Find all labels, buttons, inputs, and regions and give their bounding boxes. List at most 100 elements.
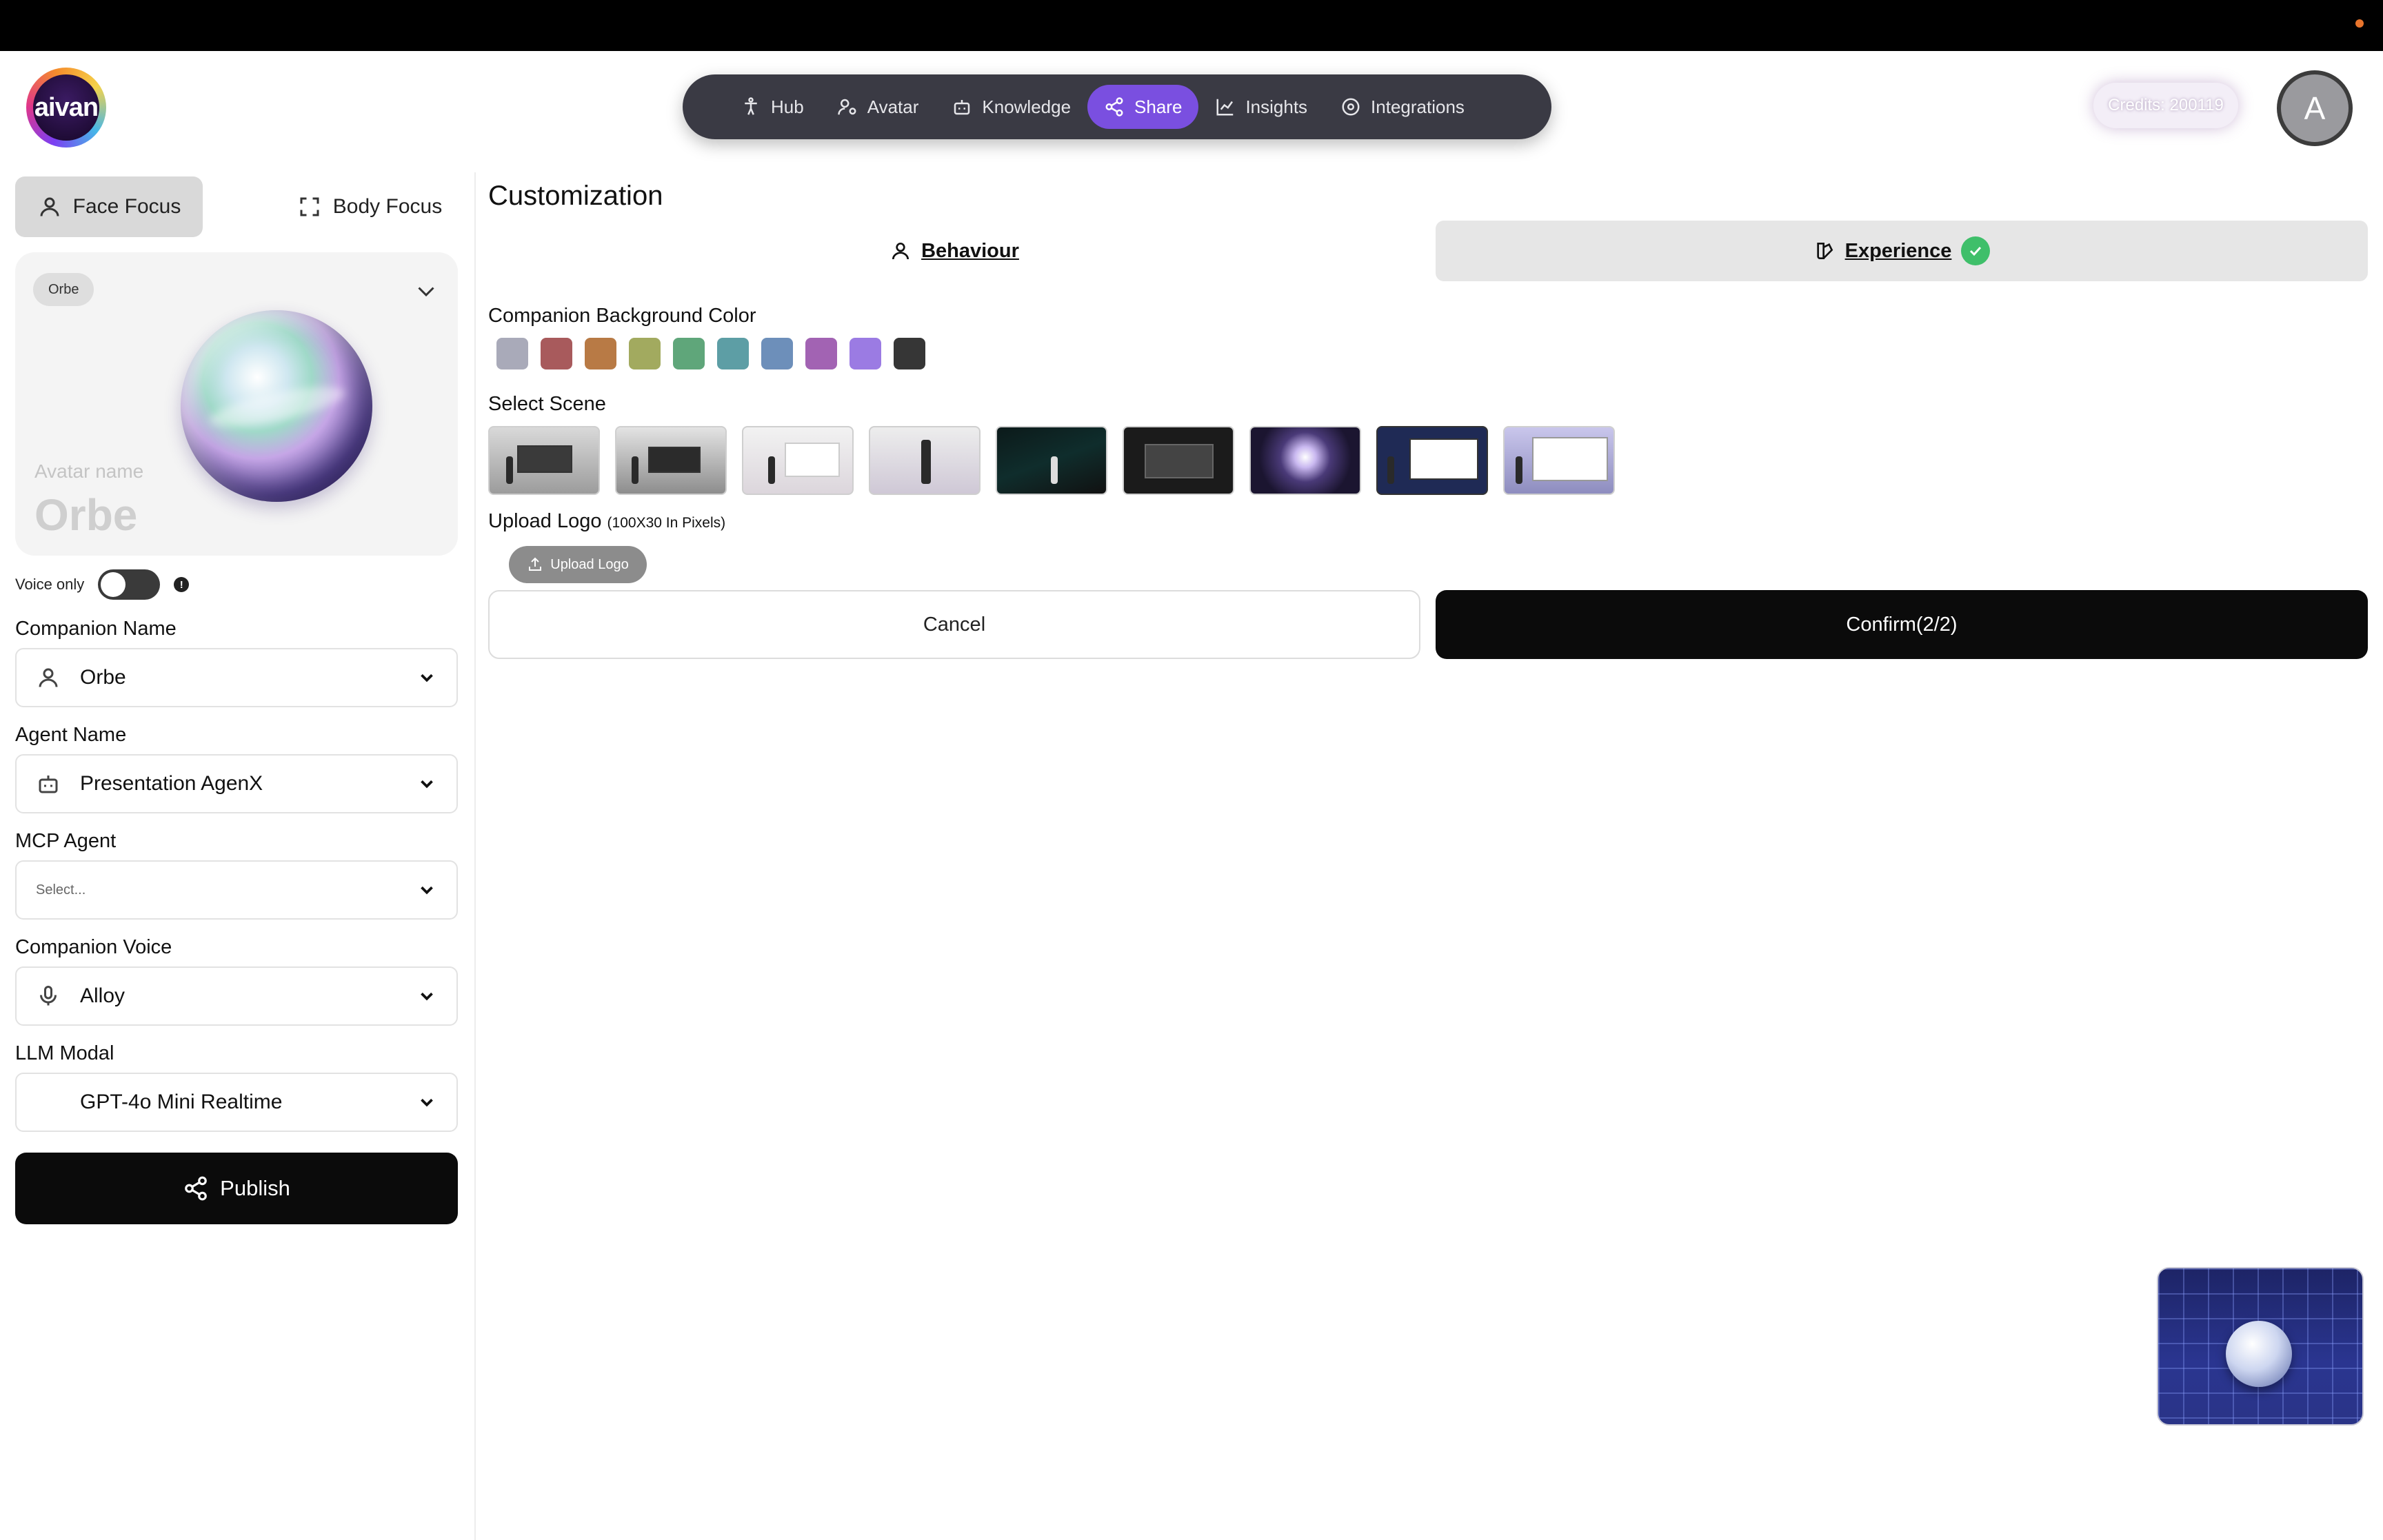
color-swatch[interactable] [894, 338, 925, 369]
tab-body-focus-label: Body Focus [332, 195, 443, 218]
nav-hub[interactable]: Hub [724, 85, 821, 129]
cancel-button[interactable]: Cancel [488, 590, 1420, 659]
app-logo[interactable]: aivan [26, 68, 106, 148]
publish-button[interactable]: Publish [15, 1153, 458, 1224]
user-icon [40, 197, 59, 216]
companion-name-select[interactable]: Orbe [15, 648, 458, 707]
nav-share[interactable]: Share [1087, 85, 1199, 129]
voice-only-toggle[interactable] [98, 569, 161, 600]
voice-only-label: Voice only [15, 576, 85, 593]
nav-knowledge[interactable]: Knowledge [935, 85, 1087, 129]
robot-icon [954, 100, 970, 115]
system-top-bar [0, 0, 2383, 51]
share-icon [1105, 97, 1123, 116]
agent-name-select[interactable]: Presentation AgenX [15, 754, 458, 813]
chevron-down-icon [421, 992, 433, 1001]
color-swatch[interactable] [629, 338, 661, 369]
tab-experience[interactable]: Experience [1436, 221, 2368, 281]
mcp-agent-label: MCP Agent [15, 830, 117, 852]
user-cog-icon [837, 99, 856, 115]
nav-hub-label: Hub [771, 96, 804, 117]
chevron-down-icon [421, 1098, 433, 1107]
companion-voice-label: Companion Voice [15, 936, 172, 958]
tab-body-focus[interactable]: Body Focus [276, 176, 463, 237]
upload-logo-button[interactable]: Upload Logo [509, 546, 647, 583]
accessibility-icon [745, 97, 757, 115]
scene-thumbnail[interactable] [488, 426, 600, 495]
check-icon [1961, 236, 1991, 265]
agent-name-value: Presentation AgenX [80, 772, 263, 795]
share-icon [185, 1176, 207, 1201]
tab-face-focus[interactable]: Face Focus [15, 176, 203, 237]
nav-avatar[interactable]: Avatar [821, 85, 936, 129]
chevron-down-icon [421, 673, 433, 682]
mcp-agent-select[interactable]: Select... [15, 860, 458, 920]
color-swatch[interactable] [585, 338, 616, 369]
avatar-orb-image [181, 310, 372, 502]
color-swatch[interactable] [717, 338, 749, 369]
avatar-name: Orbe [34, 490, 138, 540]
companion-name-value: Orbe [80, 666, 126, 689]
tab-behaviour-label: Behaviour [921, 239, 1019, 262]
chevron-down-icon [421, 780, 433, 789]
scene-thumbnail[interactable] [996, 426, 1107, 495]
nav-integrations[interactable]: Integrations [1324, 85, 1481, 129]
scene-thumbnail[interactable] [615, 426, 727, 495]
upload-logo-label: Upload Logo (100X30 In Pixels) [488, 510, 725, 533]
scene-thumbnail[interactable] [1376, 426, 1488, 495]
scene-thumbnail[interactable] [1249, 426, 1361, 495]
scene-list [488, 426, 1615, 495]
frame-corners-icon [300, 197, 319, 216]
llm-modal-label: LLM Modal [15, 1042, 114, 1064]
user-icon [39, 668, 58, 687]
tab-behaviour[interactable]: Behaviour [488, 221, 1420, 281]
chart-line-icon [1216, 99, 1234, 116]
companion-name-label: Companion Name [15, 618, 177, 640]
voice-only-row: Voice only ! [15, 569, 190, 600]
scene-thumbnail[interactable] [869, 426, 981, 495]
nav-share-label: Share [1134, 96, 1183, 117]
tab-face-focus-label: Face Focus [72, 195, 181, 218]
upload-icon [529, 557, 542, 571]
notification-dot [2355, 19, 2364, 28]
user-avatar[interactable]: A [2277, 70, 2353, 146]
bg-color-label: Companion Background Color [488, 305, 756, 327]
scene-thumbnail[interactable] [1123, 426, 1234, 495]
color-swatch[interactable] [805, 338, 837, 369]
companion-voice-select[interactable]: Alloy [15, 966, 458, 1026]
robot-icon [39, 776, 58, 793]
chevron-down-icon[interactable] [414, 278, 439, 303]
avatar-name-label: Avatar name [34, 460, 144, 482]
user-icon [892, 243, 909, 260]
scene-thumbnail[interactable] [742, 426, 854, 495]
logo-text: aivan [33, 74, 99, 141]
companion-voice-value: Alloy [80, 984, 125, 1007]
avatar-card: Orbe Avatar name Orbe [15, 252, 458, 556]
color-swatch[interactable] [496, 338, 528, 369]
main-nav: Hub Avatar Knowledge Share Insights Inte… [683, 74, 1551, 139]
chevron-down-icon [421, 886, 433, 895]
preview-orb [2226, 1321, 2292, 1387]
nav-insights-label: Insights [1245, 96, 1308, 117]
experience-icon [1816, 243, 1833, 259]
nav-insights[interactable]: Insights [1198, 85, 1324, 129]
color-swatch[interactable] [849, 338, 881, 369]
nav-integrations-label: Integrations [1371, 96, 1465, 117]
panel-divider [474, 172, 476, 1540]
confirm-button[interactable]: Confirm(2/2) [1436, 590, 2368, 659]
mcp-agent-placeholder: Select... [36, 882, 86, 898]
microphone-icon [40, 986, 57, 1006]
page-title: Customization [488, 181, 663, 211]
llm-modal-value: GPT-4o Mini Realtime [80, 1091, 283, 1113]
companion-preview-widget[interactable] [2157, 1267, 2364, 1426]
info-icon[interactable]: ! [174, 577, 190, 592]
color-swatch[interactable] [673, 338, 705, 369]
agent-name-label: Agent Name [15, 724, 127, 746]
upload-logo-hint: (100X30 In Pixels) [607, 515, 726, 531]
scene-thumbnail[interactable] [1503, 426, 1615, 495]
color-swatch[interactable] [761, 338, 793, 369]
llm-modal-select[interactable]: GPT-4o Mini Realtime [15, 1073, 458, 1132]
color-swatches [496, 338, 925, 369]
upload-logo-title: Upload Logo [488, 510, 602, 532]
color-swatch[interactable] [541, 338, 572, 369]
